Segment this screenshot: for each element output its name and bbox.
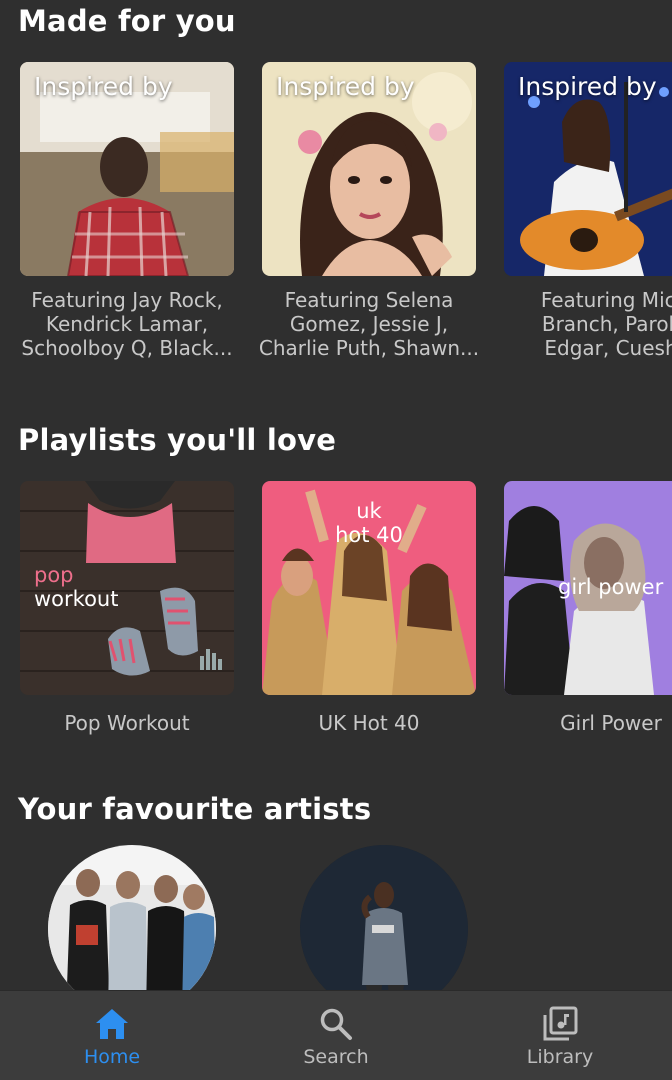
playlist-caption-uk-hot-40: UK Hot 40 bbox=[318, 711, 420, 735]
artist-avatar-2[interactable] bbox=[300, 845, 468, 1013]
artist-avatar-1[interactable] bbox=[48, 845, 216, 1013]
library-icon bbox=[540, 1004, 580, 1044]
playlist-cover-text-uk: uk bbox=[356, 499, 382, 523]
playlist-card-uk-hot-40[interactable]: uk hot 40 UK Hot 40 bbox=[262, 481, 476, 735]
playlists-row[interactable]: pop workout Pop Workout uk hot 40 UK Hot… bbox=[0, 481, 672, 751]
section-title-playlists: Playlists you'll love bbox=[18, 423, 337, 457]
nav-home-label: Home bbox=[83, 1046, 141, 1068]
nav-search-label: Search bbox=[303, 1046, 369, 1068]
nav-search[interactable]: Search bbox=[224, 991, 448, 1080]
playlist-card-pop-workout[interactable]: pop workout Pop Workout bbox=[20, 481, 234, 735]
mix-cover-1[interactable]: Inspired by bbox=[20, 62, 234, 276]
search-icon bbox=[316, 1004, 356, 1044]
mix-card-3[interactable]: Inspired by Featuring Micl Branch, Parok… bbox=[504, 62, 672, 360]
nav-home[interactable]: Home bbox=[0, 991, 224, 1080]
mix-cover-3[interactable]: Inspired by bbox=[504, 62, 672, 276]
mix-card-1[interactable]: Inspired by Featuring Jay Rock, Kendrick… bbox=[20, 62, 234, 360]
home-icon bbox=[92, 1004, 132, 1044]
section-title-made-for-you: Made for you bbox=[18, 4, 236, 38]
artist-image-2 bbox=[300, 845, 468, 1013]
playlist-cover-uk-hot-40[interactable]: uk hot 40 bbox=[262, 481, 476, 695]
playlist-cover-text-girl-power: girl power bbox=[558, 575, 664, 599]
cover-label: Inspired by bbox=[34, 72, 173, 101]
made-for-you-row[interactable]: Inspired by Featuring Jay Rock, Kendrick… bbox=[0, 62, 672, 382]
mix-caption-1: Featuring Jay Rock, Kendrick Lamar, Scho… bbox=[21, 288, 233, 360]
bottom-nav: Home Search Library bbox=[0, 990, 672, 1080]
cover-label: Inspired by bbox=[518, 72, 657, 101]
playlist-caption-girl-power: Girl Power bbox=[560, 711, 662, 735]
playlist-cover-text-pop: pop bbox=[34, 563, 74, 587]
playlist-cover-text-hot-40: hot 40 bbox=[335, 523, 403, 547]
artists-row[interactable] bbox=[0, 845, 672, 1013]
mix-caption-2: Featuring Selena Gomez, Jessie J, Charli… bbox=[258, 288, 480, 360]
mix-cover-2[interactable]: Inspired by bbox=[262, 62, 476, 276]
nav-library-label: Library bbox=[526, 1046, 594, 1068]
mix-caption-3: Featuring Micl Branch, Parok Edgar, Cues… bbox=[540, 288, 672, 360]
section-title-artists: Your favourite artists bbox=[18, 792, 372, 826]
artist-image-1 bbox=[48, 845, 216, 1013]
playlist-cover-text-workout: workout bbox=[34, 587, 119, 611]
playlist-caption-pop-workout: Pop Workout bbox=[64, 711, 190, 735]
mix-card-2[interactable]: Inspired by Featuring Selena Gomez, Jess… bbox=[259, 62, 479, 360]
playlist-cover-pop-workout[interactable]: pop workout bbox=[20, 481, 234, 695]
playlist-card-girl-power[interactable]: girl power Girl Power bbox=[504, 481, 672, 735]
playlist-cover-girl-power[interactable]: girl power bbox=[504, 481, 672, 695]
cover-label: Inspired by bbox=[276, 72, 415, 101]
nav-library[interactable]: Library bbox=[448, 991, 672, 1080]
